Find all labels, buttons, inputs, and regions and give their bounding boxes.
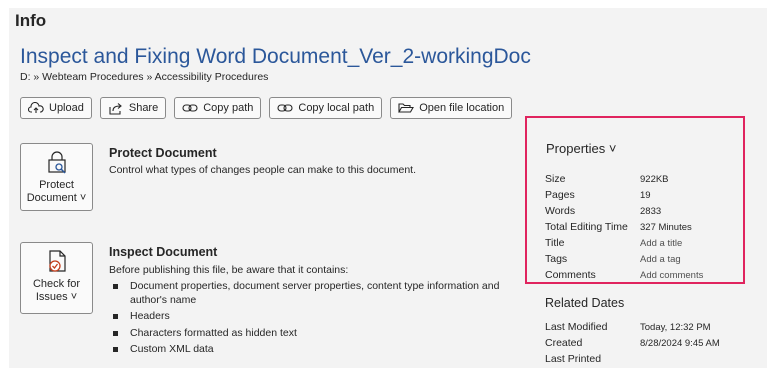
property-value-size: 922KB — [640, 174, 669, 185]
protect-document-description: Control what types of changes people can… — [109, 164, 417, 176]
property-value-title[interactable]: Add a title — [640, 238, 682, 249]
protect-document-button[interactable]: Protect Document ˅ — [20, 143, 93, 211]
cloud-upload-icon — [28, 102, 44, 113]
protect-button-line2: Document ˅ — [26, 192, 87, 204]
file-action-toolbar: Upload Share Copy path Copy local path O… — [20, 97, 513, 119]
protect-button-line1: Protect — [39, 179, 74, 191]
share-button[interactable]: Share — [99, 97, 167, 119]
inspect-document-description: Before publishing this file, be aware th… — [109, 264, 349, 276]
property-label-title: Title — [545, 237, 565, 249]
property-label-comments: Comments — [545, 269, 596, 281]
upload-label: Upload — [49, 102, 84, 114]
copy-local-path-button[interactable]: Copy local path — [269, 97, 383, 119]
list-item: Custom XML data — [110, 343, 500, 357]
property-label-words: Words — [545, 205, 576, 217]
link-icon — [182, 104, 198, 112]
property-value-pages: 19 — [640, 190, 651, 201]
property-label-tags: Tags — [545, 253, 568, 265]
share-label: Share — [128, 102, 159, 114]
date-value-created: 8/28/2024 9:45 AM — [640, 338, 720, 349]
date-label-last-printed: Last Printed — [545, 353, 602, 365]
properties-dropdown[interactable]: Properties ˅ — [546, 141, 616, 156]
folder-open-icon — [398, 103, 415, 113]
check-issues-line2: Issues ˅ — [35, 291, 78, 303]
share-icon — [109, 102, 122, 115]
property-label-editing-time: Total Editing Time — [545, 221, 628, 233]
copy-path-label: Copy path — [203, 102, 254, 114]
open-file-location-label: Open file location — [419, 102, 505, 114]
inspect-document-title: Inspect Document — [109, 245, 218, 259]
property-value-tags[interactable]: Add a tag — [640, 254, 681, 265]
document-title: Inspect and Fixing Word Document_Ver_2-w… — [20, 45, 531, 68]
open-file-location-button[interactable]: Open file location — [390, 97, 513, 119]
property-label-pages: Pages — [545, 189, 575, 201]
list-item: Characters formatted as hidden text — [110, 327, 500, 341]
link-icon — [277, 104, 293, 112]
check-for-issues-button[interactable]: Check for Issues ˅ — [20, 242, 93, 314]
copy-local-path-label: Copy local path — [298, 102, 375, 114]
protect-document-title: Protect Document — [109, 146, 217, 160]
property-value-editing-time: 327 Minutes — [640, 222, 692, 233]
related-dates-heading: Related Dates — [545, 296, 625, 310]
date-label-created: Created — [545, 337, 583, 349]
document-path-breadcrumb: D: » Webteam Procedures » Accessibility … — [20, 71, 269, 83]
property-value-comments[interactable]: Add comments — [640, 270, 703, 281]
date-value-last-modified: Today, 12:32 PM — [640, 322, 711, 333]
copy-path-button[interactable]: Copy path — [174, 97, 262, 119]
inspect-findings-list: Document properties, document server pro… — [110, 280, 500, 360]
document-check-icon — [48, 250, 66, 272]
upload-button[interactable]: Upload — [20, 97, 92, 119]
list-item: Document properties, document server pro… — [110, 280, 500, 307]
date-label-last-modified: Last Modified — [545, 321, 608, 333]
lock-search-icon — [47, 151, 66, 174]
check-issues-line1: Check for — [32, 278, 81, 290]
property-value-words: 2833 — [640, 206, 662, 217]
property-label-size: Size — [545, 173, 566, 185]
list-item: Headers — [110, 310, 500, 324]
page-title: Info — [15, 11, 47, 30]
